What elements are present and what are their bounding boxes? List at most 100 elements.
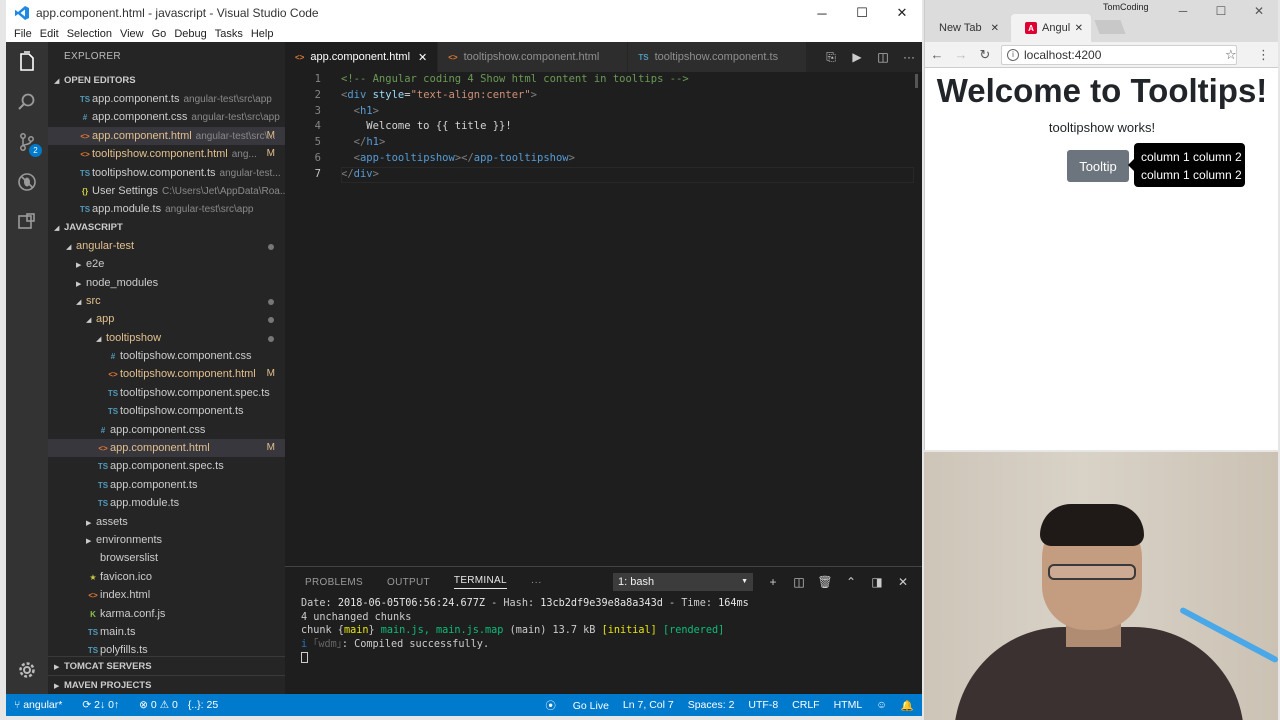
open-editor-item[interactable]: TS app.component.ts angular-test\src\app bbox=[48, 90, 285, 108]
menu-kebab-icon[interactable]: ⋮ bbox=[1257, 47, 1270, 63]
tab-output[interactable]: OUTPUT bbox=[387, 577, 430, 588]
settings-gear-icon[interactable] bbox=[6, 650, 48, 690]
minimize-button[interactable]: ─ bbox=[802, 0, 842, 26]
minimize-button[interactable]: ─ bbox=[1164, 0, 1202, 22]
info-icon[interactable]: i bbox=[1007, 49, 1019, 61]
tree-file[interactable]: TS tooltipshow.component.spec.ts bbox=[48, 384, 285, 402]
tab-problems[interactable]: PROBLEMS bbox=[305, 577, 363, 588]
menu-edit[interactable]: Edit bbox=[36, 28, 63, 40]
smiley-feedback-icon[interactable]: ☺ bbox=[876, 699, 887, 711]
tab-tooltipshow-component-html[interactable]: <> tooltipshow.component.html bbox=[438, 42, 629, 72]
trash-icon[interactable]: 🗑 bbox=[812, 575, 838, 589]
tree-file[interactable]: # app.component.css bbox=[48, 421, 285, 439]
tree-folder[interactable]: ◢ app bbox=[48, 310, 285, 328]
bookmark-star-icon[interactable]: ☆ bbox=[1225, 47, 1237, 63]
cursor-position[interactable]: Ln 7, Col 7 bbox=[623, 699, 674, 711]
open-editor-item[interactable]: TS tooltipshow.component.ts angular-test..… bbox=[48, 164, 285, 182]
tree-file[interactable]: TS app.component.ts bbox=[48, 476, 285, 494]
open-editor-item[interactable]: <> tooltipshow.component.html ang... M bbox=[48, 145, 285, 163]
toggle-panel-icon[interactable]: ◨ bbox=[864, 575, 890, 589]
code-line: 5 </h1> bbox=[285, 135, 922, 151]
debug-icon[interactable] bbox=[6, 162, 48, 202]
open-preview-icon[interactable]: ⎘ bbox=[818, 50, 844, 65]
tree-file[interactable]: TS app.module.ts bbox=[48, 494, 285, 512]
back-icon[interactable]: ← bbox=[925, 47, 949, 62]
tree-file[interactable]: # tooltipshow.component.css bbox=[48, 347, 285, 365]
tree-file[interactable]: TS app.component.spec.ts bbox=[48, 457, 285, 475]
language-mode[interactable]: HTML bbox=[834, 699, 863, 711]
tree-folder[interactable]: ▶ environments bbox=[48, 531, 285, 549]
tree-file[interactable]: <> tooltipshow.component.html M bbox=[48, 365, 285, 383]
maximize-button[interactable]: ☐ bbox=[1202, 0, 1240, 22]
tree-file[interactable]: TS main.ts bbox=[48, 623, 285, 641]
tomcat-servers-header[interactable]: ▶ TOMCAT SERVERS bbox=[48, 656, 285, 675]
tree-file[interactable]: Kkarma.conf.js bbox=[48, 605, 285, 623]
close-tab-icon[interactable]: ✕ bbox=[418, 51, 427, 64]
close-panel-icon[interactable]: ✕ bbox=[890, 575, 916, 589]
tree-file[interactable]: <> index.html bbox=[48, 586, 285, 604]
new-tab-button[interactable] bbox=[1094, 20, 1126, 34]
address-bar[interactable]: i localhost:4200 bbox=[1001, 45, 1237, 65]
tree-file[interactable]: ★ favicon.ico bbox=[48, 568, 285, 586]
browser-tab-angular[interactable]: A Angul ✕ bbox=[1011, 14, 1091, 42]
open-editors-header[interactable]: ◢ OPEN EDITORS bbox=[48, 72, 285, 90]
menu-debug[interactable]: Debug bbox=[170, 28, 210, 40]
browser-tab-new-tab[interactable]: New Tab ✕ bbox=[925, 14, 1007, 42]
new-terminal-icon[interactable]: + bbox=[760, 575, 786, 589]
split-editor-icon[interactable]: ◫ bbox=[870, 50, 896, 64]
open-editor-item[interactable]: <> app.component.html angular-test\src\...… bbox=[48, 126, 285, 146]
tree-file[interactable]: browserslist bbox=[48, 549, 285, 567]
tab-terminal[interactable]: TERMINAL bbox=[453, 575, 507, 589]
split-terminal-icon[interactable]: ◫ bbox=[786, 575, 812, 589]
tab-app-component-html[interactable]: <> app.component.html ✕ bbox=[285, 42, 439, 72]
selection-status[interactable]: {..}: 25 bbox=[188, 699, 218, 711]
indentation[interactable]: Spaces: 2 bbox=[688, 699, 735, 711]
problems-status[interactable]: ⊗ 0 ⚠ 0 bbox=[139, 699, 178, 711]
tooltip-button[interactable]: Tooltip bbox=[1067, 150, 1129, 182]
run-icon[interactable]: ▶ bbox=[844, 50, 870, 64]
tree-folder[interactable]: ◢ tooltipshow bbox=[48, 329, 285, 347]
open-editor-item[interactable]: TS app.module.ts angular-test\src\app bbox=[48, 200, 285, 218]
menu-view[interactable]: View bbox=[116, 28, 148, 40]
maximize-panel-icon[interactable]: ⌃ bbox=[838, 575, 864, 589]
tree-file[interactable]: TS tooltipshow.component.ts bbox=[48, 402, 285, 420]
line-ending[interactable]: CRLF bbox=[792, 699, 819, 711]
open-editor-item[interactable]: {} User Settings C:\Users\Jet\AppData\Roa.… bbox=[48, 182, 285, 200]
maximize-button[interactable]: ☐ bbox=[842, 0, 882, 26]
menu-file[interactable]: File bbox=[10, 28, 36, 40]
tree-folder[interactable]: ◢ src bbox=[48, 292, 285, 310]
bell-icon[interactable]: 🔔 bbox=[901, 699, 914, 712]
menu-tasks[interactable]: Tasks bbox=[211, 28, 247, 40]
search-icon[interactable] bbox=[6, 82, 48, 122]
close-tab-icon[interactable]: ✕ bbox=[1075, 23, 1083, 34]
explorer-icon[interactable] bbox=[6, 42, 48, 82]
more-panels-icon[interactable]: ··· bbox=[531, 577, 542, 588]
close-tab-icon[interactable]: ✕ bbox=[991, 23, 999, 34]
tree-folder[interactable]: ◢ angular-test bbox=[48, 237, 285, 255]
encoding[interactable]: UTF-8 bbox=[748, 699, 778, 711]
extensions-icon[interactable] bbox=[6, 202, 48, 242]
git-branch[interactable]: ⑂ angular* bbox=[14, 699, 72, 711]
source-control-icon[interactable]: 2 bbox=[6, 122, 48, 162]
terminal-select[interactable]: 1: bash ▼ bbox=[613, 573, 753, 591]
menu-help[interactable]: Help bbox=[247, 28, 278, 40]
tab-tooltipshow-component-ts[interactable]: TS tooltipshow.component.ts bbox=[628, 42, 808, 72]
reload-icon[interactable]: ↻ bbox=[973, 47, 997, 63]
code-editor[interactable]: 1 <!-- Angular coding 4 Show html content… bbox=[285, 72, 922, 592]
tree-file[interactable]: <> app.component.html M bbox=[48, 439, 285, 458]
go-live-button[interactable]: ⦿ Go Live bbox=[545, 698, 609, 713]
tree-folder[interactable]: ▶ assets bbox=[48, 513, 285, 531]
close-button[interactable]: ✕ bbox=[882, 0, 922, 26]
project-header[interactable]: ◢ JAVASCRIPT bbox=[48, 219, 285, 237]
sync-status[interactable]: ⟳ 2↓ 0↑ bbox=[82, 699, 129, 711]
tree-folder[interactable]: ▶ node_modules bbox=[48, 274, 285, 292]
tree-folder[interactable]: ▶ e2e bbox=[48, 255, 285, 273]
forward-icon[interactable]: → bbox=[949, 47, 973, 62]
maven-projects-header[interactable]: ▶ MAVEN PROJECTS bbox=[48, 675, 285, 694]
more-actions-icon[interactable]: ··· bbox=[896, 50, 922, 64]
menu-go[interactable]: Go bbox=[148, 28, 171, 40]
menu-selection[interactable]: Selection bbox=[63, 28, 116, 40]
open-editor-item[interactable]: # app.component.css angular-test\src\app bbox=[48, 108, 285, 126]
terminal-output[interactable]: Date: 2018-06-05T06:56:24.677Z - Hash: 1… bbox=[285, 597, 922, 665]
close-button[interactable]: ✕ bbox=[1240, 0, 1278, 22]
